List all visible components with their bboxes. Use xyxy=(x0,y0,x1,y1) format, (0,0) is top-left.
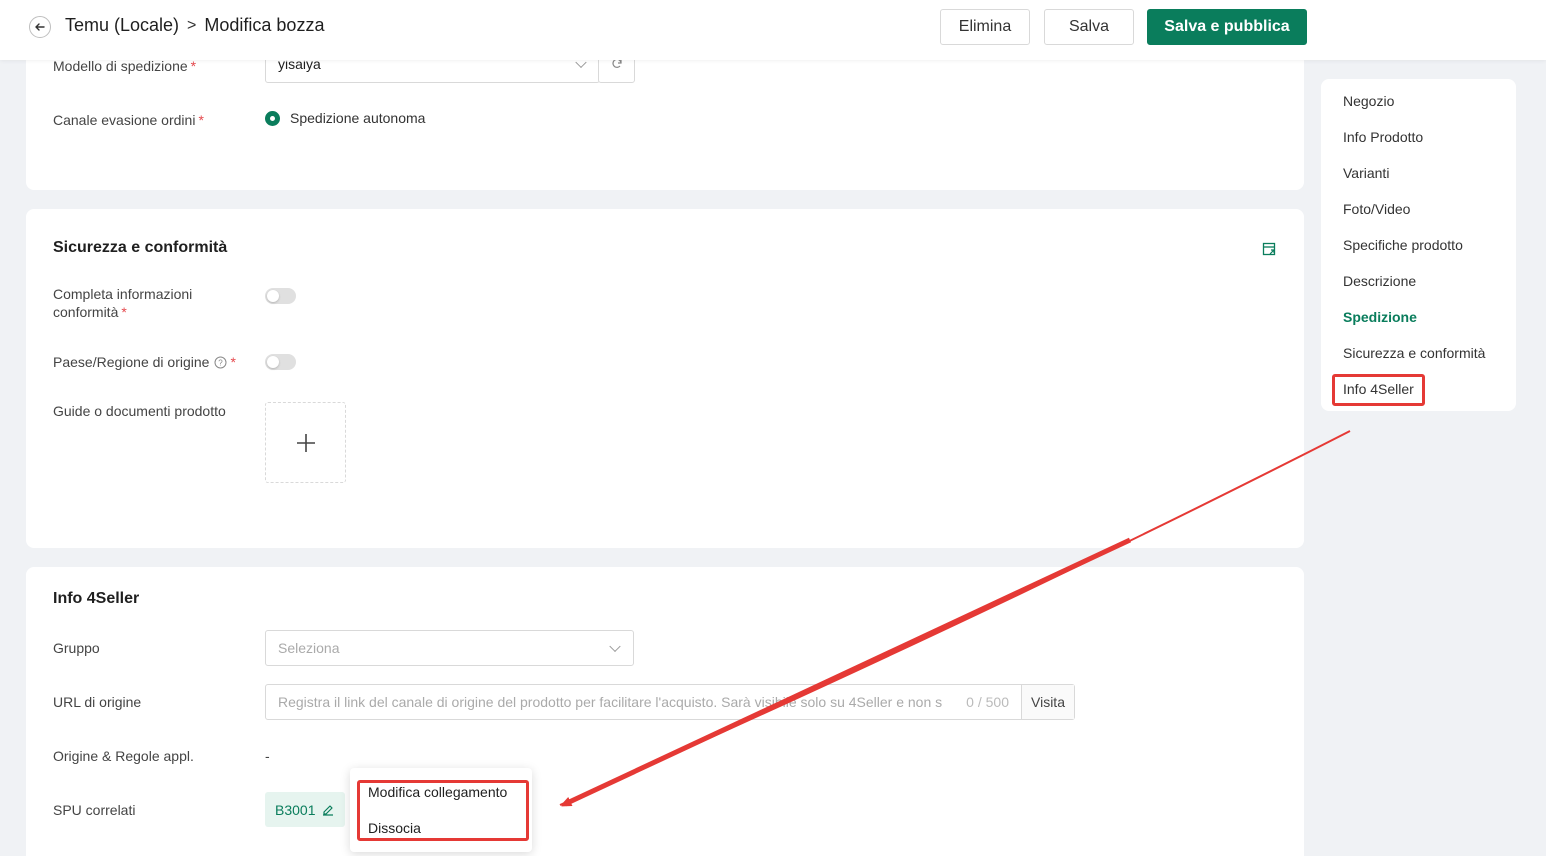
group-label: Gruppo xyxy=(53,640,100,656)
rules-label: Origine & Regole appl. xyxy=(53,748,194,764)
rules-value: - xyxy=(265,748,270,764)
section-nav: Negozio Info Prodotto Varianti Foto/Vide… xyxy=(1321,79,1516,411)
origin-country-toggle[interactable] xyxy=(265,354,296,370)
nav-item-negozio[interactable]: Negozio xyxy=(1343,93,1394,109)
info-4seller-card: Info 4Seller Gruppo Seleziona URL di ori… xyxy=(26,567,1304,856)
nav-item-info-4seller[interactable]: Info 4Seller xyxy=(1343,381,1414,397)
help-icon[interactable]: ? xyxy=(214,356,227,369)
visit-button[interactable]: Visita xyxy=(1021,685,1074,719)
nav-item-spedizione[interactable]: Spedizione xyxy=(1343,309,1417,325)
nav-item-varianti[interactable]: Varianti xyxy=(1343,165,1389,181)
unlink-menu-item[interactable]: Dissocia xyxy=(368,820,421,836)
safety-compliance-card: Sicurezza e conformità Completa informaz… xyxy=(26,209,1304,548)
safety-section-title: Sicurezza e conformità xyxy=(53,239,228,256)
spu-action-menu: Modifica collegamento Dissocia xyxy=(350,768,532,852)
group-placeholder: Seleziona xyxy=(278,640,340,656)
nav-item-foto-video[interactable]: Foto/Video xyxy=(1343,201,1410,217)
chevron-down-icon xyxy=(609,640,621,653)
related-spu-label: SPU correlati xyxy=(53,802,136,818)
plus-icon xyxy=(296,433,315,452)
collapse-icon[interactable] xyxy=(1262,242,1277,257)
save-and-publish-button[interactable]: Salva e pubblica xyxy=(1147,9,1307,45)
breadcrumb-separator-icon: > xyxy=(187,16,197,34)
url-char-count: 0 / 500 xyxy=(966,694,1009,710)
compliance-info-label: Completa informazioni conformità * xyxy=(53,286,193,320)
compliance-toggle[interactable] xyxy=(265,288,296,304)
origin-country-label: Paese/Regione di origine ? * xyxy=(53,354,236,370)
fulfillment-channel-label: Canale evasione ordini * xyxy=(53,112,204,128)
edit-link-menu-item[interactable]: Modifica collegamento xyxy=(368,784,507,800)
page-title: Modifica bozza xyxy=(204,15,325,35)
info-4seller-title: Info 4Seller xyxy=(53,590,140,607)
shipping-card: Modello di spedizione * yisaiya Canale ev… xyxy=(26,40,1304,190)
delete-button[interactable]: Elimina xyxy=(940,9,1030,45)
page-header: Temu (Locale) > Modifica bozza Elimina S… xyxy=(0,0,1546,60)
svg-text:?: ? xyxy=(219,358,224,367)
fulfillment-radio-option[interactable]: Spedizione autonoma xyxy=(265,110,425,126)
nav-item-sicurezza[interactable]: Sicurezza e conformità xyxy=(1343,345,1485,361)
nav-item-info-prodotto[interactable]: Info Prodotto xyxy=(1343,129,1423,145)
nav-item-specifiche[interactable]: Specifiche prodotto xyxy=(1343,237,1463,253)
group-select[interactable]: Seleziona xyxy=(265,630,634,666)
breadcrumb-parent[interactable]: Temu (Locale) xyxy=(65,15,179,36)
breadcrumb: Temu (Locale) > Modifica bozza xyxy=(65,15,324,36)
upload-docs-button[interactable] xyxy=(265,402,346,483)
source-url-label: URL di origine xyxy=(53,694,142,710)
spu-value: B3001 xyxy=(275,801,316,818)
radio-selected-icon xyxy=(265,110,280,126)
fulfillment-option-label: Spedizione autonoma xyxy=(290,110,426,126)
save-button[interactable]: Salva xyxy=(1044,9,1134,45)
nav-item-descrizione[interactable]: Descrizione xyxy=(1343,273,1416,289)
source-url-input[interactable]: Registra il link del canale di origine d… xyxy=(266,694,954,710)
product-docs-label: Guide o documenti prodotto xyxy=(53,403,226,419)
related-spu-tag[interactable]: B3001 xyxy=(265,792,346,827)
source-url-field: Registra il link del canale di origine d… xyxy=(265,684,1075,720)
edit-icon[interactable] xyxy=(321,803,335,817)
back-arrow-icon[interactable] xyxy=(29,16,51,38)
